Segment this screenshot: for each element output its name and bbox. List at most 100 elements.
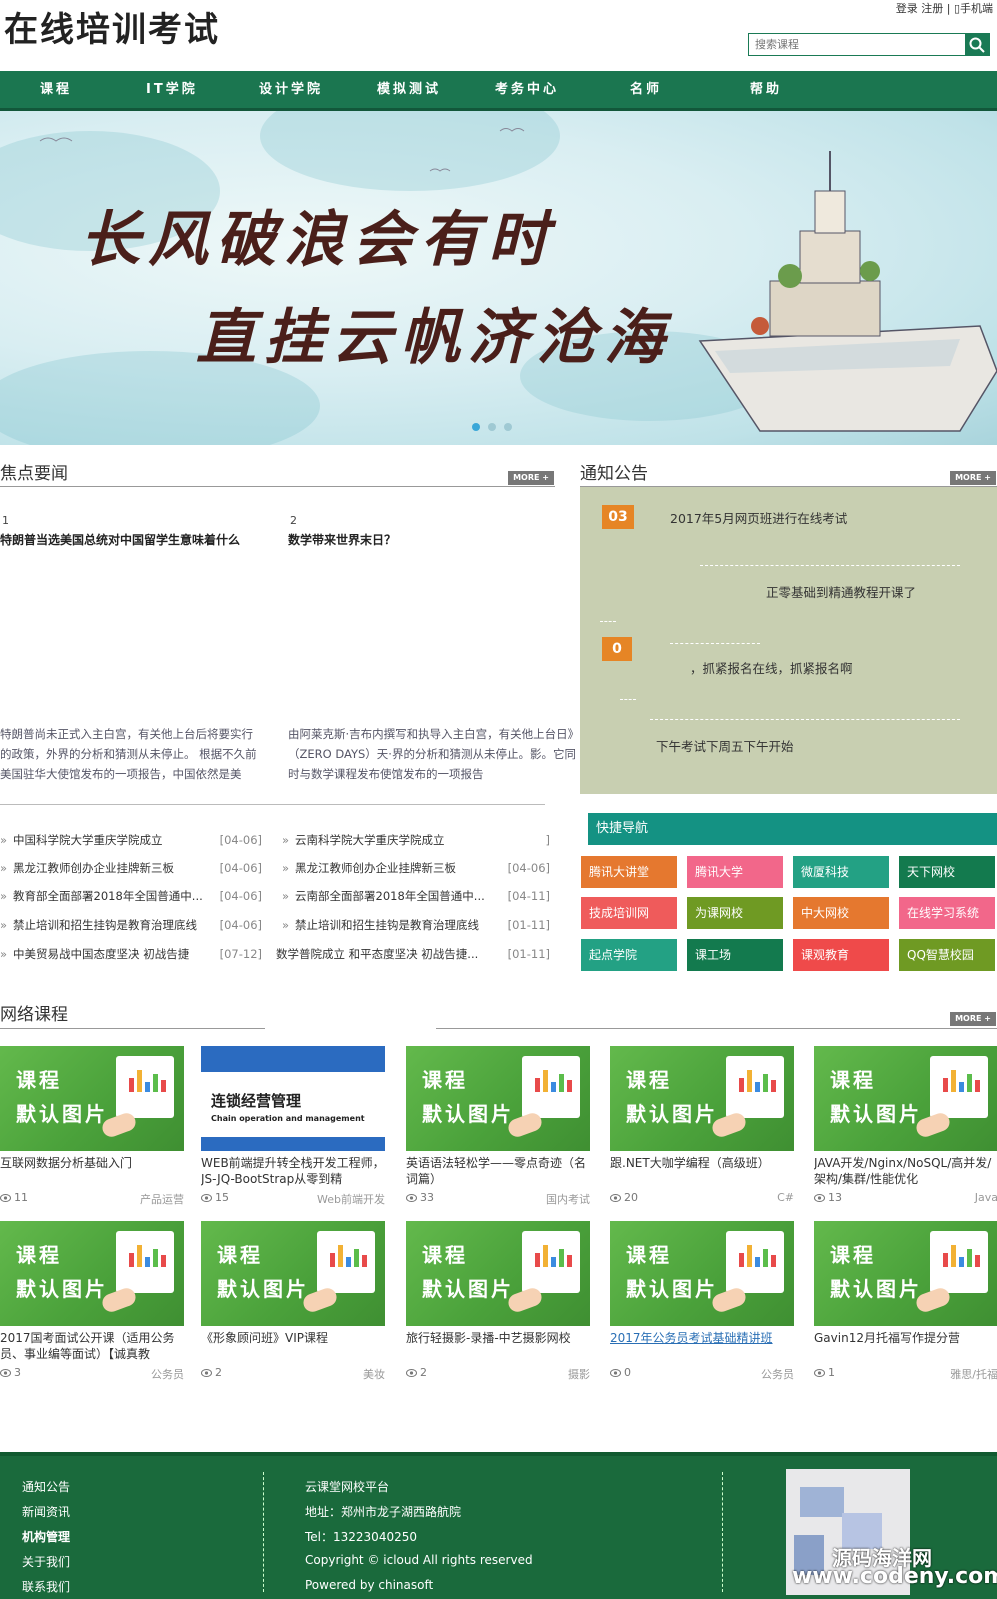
- course-title[interactable]: 互联网数据分析基础入门: [0, 1155, 184, 1189]
- banner-dot-3[interactable]: [504, 423, 512, 431]
- course-thumbnail[interactable]: 课程 默认图片: [610, 1046, 794, 1151]
- notice-item-2[interactable]: 正零基础到精通教程开课了: [766, 582, 916, 601]
- eye-icon: [0, 1369, 11, 1377]
- footer-link-notice[interactable]: 通知公告: [22, 1478, 70, 1495]
- course-thumbnail[interactable]: 课程 默认图片: [0, 1046, 184, 1151]
- course-thumbnail[interactable]: 课程 默认图片: [814, 1046, 997, 1151]
- course-category[interactable]: Web前端开发: [317, 1191, 385, 1207]
- search-button[interactable]: [965, 34, 989, 55]
- eye-icon: [610, 1369, 621, 1377]
- course-title[interactable]: 跟.NET大咖学编程（高级班）: [610, 1155, 794, 1189]
- list-item[interactable]: » 中美贸易战中国态度坚决 初战告捷 [07-12]: [0, 940, 262, 968]
- eye-icon: [0, 1194, 11, 1202]
- quick-link[interactable]: 在线学习系统: [899, 897, 995, 929]
- footer-link-contact[interactable]: 联系我们: [22, 1578, 70, 1595]
- course-category[interactable]: C#: [777, 1191, 794, 1204]
- quick-link[interactable]: 天下网校: [899, 856, 995, 888]
- banner-dot-1[interactable]: [472, 423, 480, 431]
- nav-item-it[interactable]: IT学院: [146, 71, 198, 108]
- course-thumbnail[interactable]: 课程 默认图片: [610, 1221, 794, 1326]
- course-card[interactable]: 课程 默认图片 《形象顾问班》VIP课程 2 美妆: [201, 1221, 385, 1382]
- quick-link[interactable]: 起点学院: [581, 939, 677, 971]
- news-image-1[interactable]: 1: [2, 514, 9, 527]
- footer-link-about[interactable]: 关于我们: [22, 1553, 70, 1570]
- footer-link-org[interactable]: 机构管理: [22, 1528, 70, 1545]
- quick-link[interactable]: 腾讯大讲堂: [581, 856, 677, 888]
- list-item[interactable]: » 黑龙江教师创办企业挂牌新三板 [04-06]: [0, 854, 262, 882]
- focus-more-button[interactable]: MORE +: [508, 471, 554, 485]
- course-card[interactable]: 课程 默认图片 JAVA开发/Nginx/NoSQL/高并发/架构/集群/性能优化 1…: [814, 1046, 997, 1207]
- notice-item-4[interactable]: 下午考试下周五下午开始: [656, 736, 794, 755]
- list-item[interactable]: » 中国科学院大学重庆学院成立 [04-06]: [0, 826, 262, 854]
- list-item[interactable]: » 教育部全面部署2018年全国普通中... [04-06]: [0, 882, 262, 910]
- ship-illustration: [39, 128, 997, 432]
- nav-item-teachers[interactable]: 名师: [630, 71, 662, 108]
- course-thumbnail[interactable]: 课程 默认图片: [406, 1221, 590, 1326]
- course-card[interactable]: 课程 默认图片 2017国考面试公开课（适用公务员、事业编等面试）【诚真教 3 公务员: [0, 1221, 184, 1382]
- notice-more-button[interactable]: MORE +: [950, 471, 996, 485]
- quick-link[interactable]: 中大网校: [793, 897, 889, 929]
- notice-item-1[interactable]: 2017年5月网页班进行在线考试: [670, 508, 847, 527]
- banner-dot-2[interactable]: [488, 423, 496, 431]
- view-count: 20: [624, 1191, 638, 1204]
- course-title[interactable]: 英语语法轻松学——零点奇迹（名词篇）: [406, 1155, 590, 1189]
- nav-item-exam-center[interactable]: 考务中心: [495, 71, 559, 108]
- course-card[interactable]: 课程 默认图片跟.NET大咖学编程（高级班） 20 C#: [610, 1046, 794, 1207]
- quick-link[interactable]: 微厦科技: [793, 856, 889, 888]
- list-item[interactable]: » 黑龙江教师创办企业挂牌新三板 [04-06]: [282, 854, 550, 882]
- course-thumbnail[interactable]: 连锁经营管理 Chain operation and management: [201, 1046, 385, 1151]
- course-thumbnail[interactable]: 课程 默认图片: [406, 1046, 590, 1151]
- course-thumbnail[interactable]: 课程 默认图片: [0, 1221, 184, 1326]
- course-title[interactable]: 2017国考面试公开课（适用公务员、事业编等面试）【诚真教: [0, 1330, 184, 1364]
- list-item[interactable]: » 云南部全面部署2018年全国普通中... [04-11]: [282, 882, 550, 910]
- quick-link[interactable]: 课工场: [687, 939, 783, 971]
- news-title-2[interactable]: 数学带来世界末日？: [288, 531, 396, 548]
- list-item[interactable]: 数学普院成立 和平态度坚决 初战告捷... [01-11]: [276, 940, 550, 968]
- search-icon: [969, 37, 985, 53]
- quick-link[interactable]: 技成培训网: [581, 897, 677, 929]
- notice-item-3[interactable]: ，抓紧报名在线，抓紧报名啊: [690, 658, 853, 677]
- quick-link[interactable]: 腾讯大学: [687, 856, 783, 888]
- nav-item-mock-test[interactable]: 模拟测试: [377, 71, 441, 108]
- course-title[interactable]: 旅行轻摄影-录播-中艺摄影网校: [406, 1330, 590, 1364]
- course-card[interactable]: 课程 默认图片 Gavin12月托福写作提分营 1 雅思/托福: [814, 1221, 997, 1382]
- courses-more-button[interactable]: MORE +: [950, 1012, 996, 1026]
- search-input[interactable]: [749, 34, 965, 55]
- course-title[interactable]: JAVA开发/Nginx/NoSQL/高并发/架构/集群/性能优化: [814, 1155, 997, 1189]
- course-category[interactable]: Java: [975, 1191, 997, 1204]
- course-thumbnail[interactable]: 课程 默认图片: [814, 1221, 997, 1326]
- login-register-links[interactable]: 登录 注册 | ▯手机端: [896, 0, 993, 16]
- notice-date-badge: 03: [602, 505, 634, 529]
- course-title[interactable]: 《形象顾问班》VIP课程: [201, 1330, 385, 1364]
- course-category[interactable]: 公务员: [151, 1366, 184, 1382]
- footer-link-news[interactable]: 新闻资讯: [22, 1503, 70, 1520]
- list-item[interactable]: » 禁止培训和招生挂钩是教育治理底线 [01-11]: [282, 911, 550, 939]
- quick-link[interactable]: QQ智慧校园: [899, 939, 995, 971]
- course-thumbnail[interactable]: 课程 默认图片: [201, 1221, 385, 1326]
- course-category[interactable]: 美妆: [363, 1366, 385, 1382]
- course-card[interactable]: 课程 默认图片 互联网数据分析基础入门 11 产品运营: [0, 1046, 184, 1207]
- nav-item-courses[interactable]: 课程: [40, 71, 72, 108]
- course-title[interactable]: Gavin12月托福写作提分营: [814, 1330, 997, 1364]
- course-card[interactable]: 课程 默认图片 旅行轻摄影-录播-中艺摄影网校 2 摄影: [406, 1221, 590, 1382]
- course-card[interactable]: 课程 默认图片 2017年公务员考试基础精讲班 0 公务员: [610, 1221, 794, 1382]
- news-image-2[interactable]: 2: [290, 514, 297, 527]
- course-title[interactable]: 2017年公务员考试基础精讲班: [610, 1330, 794, 1364]
- nav-item-help[interactable]: 帮助: [750, 71, 782, 108]
- site-logo[interactable]: 在线培训考试: [4, 2, 220, 51]
- hero-banner[interactable]: 长风破浪会有时 直挂云帆济沧海: [0, 111, 997, 445]
- course-category[interactable]: 公务员: [761, 1366, 794, 1382]
- list-item[interactable]: » 云南科学院大学重庆学院成立]: [282, 826, 550, 854]
- course-category[interactable]: 产品运营: [140, 1191, 184, 1207]
- course-title[interactable]: WEB前端提升转全栈开发工程师，JS-JQ-BootStrap从零到精: [201, 1155, 385, 1189]
- course-card[interactable]: 连锁经营管理 Chain operation and management WEB前…: [201, 1046, 385, 1207]
- quick-link[interactable]: 课观教育: [793, 939, 889, 971]
- course-category[interactable]: 摄影: [568, 1366, 590, 1382]
- nav-item-design[interactable]: 设计学院: [259, 71, 323, 108]
- course-card[interactable]: 课程 默认图片 英语语法轻松学——零点奇迹（名词篇） 33 国内考试: [406, 1046, 590, 1207]
- course-category[interactable]: 雅思/托福: [950, 1366, 997, 1382]
- quick-link[interactable]: 为课网校: [687, 897, 783, 929]
- course-category[interactable]: 国内考试: [546, 1191, 590, 1207]
- list-item[interactable]: » 禁止培训和招生挂钩是教育治理底线 [04-06]: [0, 911, 262, 939]
- news-title-1[interactable]: 特朗普当选美国总统对中国留学生意味着什么: [0, 531, 240, 548]
